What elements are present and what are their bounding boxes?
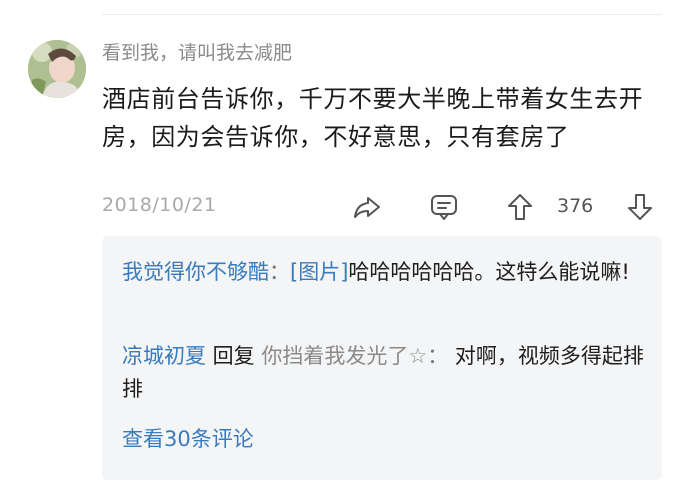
reply-author[interactable]: 我觉得你不够酷 bbox=[122, 260, 269, 284]
comment-icon bbox=[431, 195, 457, 220]
share-icon bbox=[354, 197, 380, 218]
reply-author[interactable]: 凉城初夏 bbox=[122, 344, 206, 368]
share-button[interactable] bbox=[352, 192, 382, 222]
upvote-button[interactable] bbox=[505, 192, 535, 222]
avatar[interactable] bbox=[28, 40, 86, 98]
reply-item[interactable]: 我觉得你不够酷：[图片]哈哈哈哈哈哈。这特么能说嘛! bbox=[122, 256, 647, 289]
view-more-comments-link[interactable]: 查看30条评论 bbox=[122, 424, 254, 454]
top-divider bbox=[102, 14, 662, 15]
comment-meta-row: 2018/10/21 376 bbox=[102, 190, 662, 224]
reply-target[interactable]: 你挡着我发光了☆ bbox=[261, 344, 427, 368]
reply-button[interactable] bbox=[429, 192, 459, 222]
reply-word: 回复 bbox=[206, 344, 262, 368]
upvote-icon bbox=[508, 194, 532, 220]
reply-colon: ： bbox=[269, 260, 290, 284]
replies-box[interactable]: 我觉得你不够酷：[图片]哈哈哈哈哈哈。这特么能说嘛! 凉城初夏 回复 你挡着我发… bbox=[102, 236, 662, 480]
image-tag-link[interactable]: [图片] bbox=[290, 260, 348, 284]
comment-card: 看到我，请叫我去减肥 酒店前台告诉你，千万不要大半晚上带着女生去开房，因为会告诉… bbox=[0, 0, 690, 496]
vote-count: 376 bbox=[557, 195, 594, 217]
reply-item[interactable]: 凉城初夏 回复 你挡着我发光了☆： 对啊，视频多得起排排 bbox=[122, 340, 647, 406]
username[interactable]: 看到我，请叫我去减肥 bbox=[102, 40, 292, 66]
downvote-icon bbox=[628, 194, 652, 220]
downvote-button[interactable] bbox=[625, 192, 655, 222]
comment-text: 酒店前台告诉你，千万不要大半晚上带着女生去开房，因为会告诉你，不好意思，只有套房… bbox=[102, 85, 644, 151]
comment-date: 2018/10/21 bbox=[102, 194, 217, 216]
reply-content: 哈哈哈哈哈哈。这特么能说嘛! bbox=[348, 260, 630, 284]
reply-colon: ： bbox=[427, 344, 455, 368]
